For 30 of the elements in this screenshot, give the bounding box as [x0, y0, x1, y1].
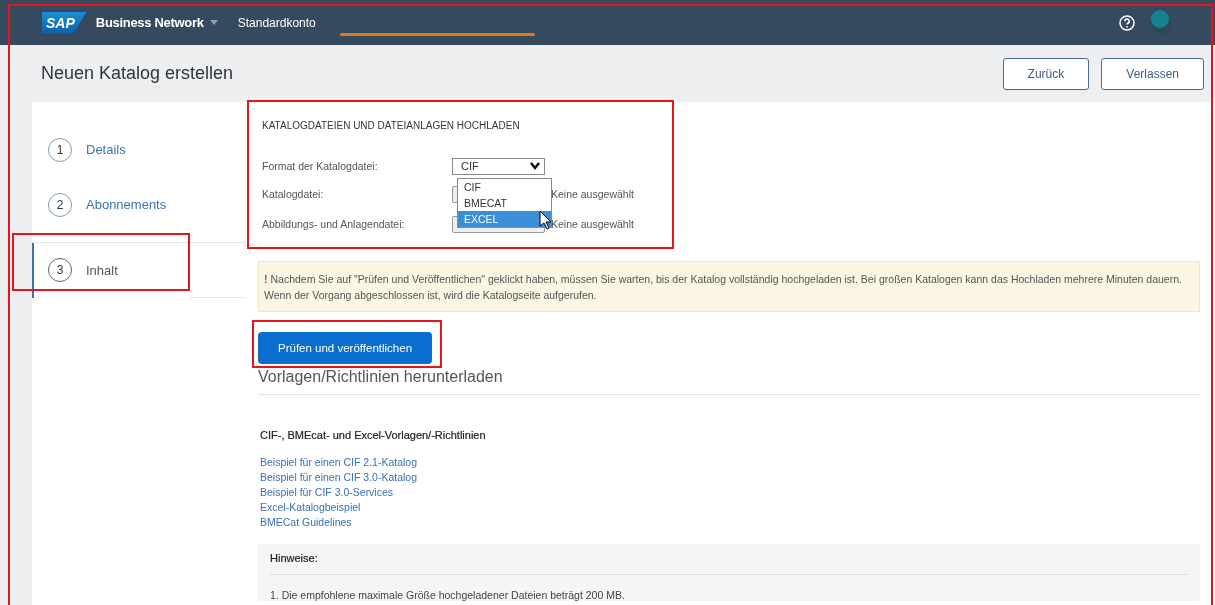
- subsection-heading: CIF-, BMEcat- und Excel-Vorlagen/-Richtlinien: [260, 429, 487, 441]
- caret-icon: [209, 20, 218, 25]
- field-label: Abbildungs- und Anlagendatei:: [262, 218, 406, 230]
- section-heading: Vorlagen/Richtlinien herunterladen: [258, 368, 1200, 395]
- notes-title: Hinweise:: [270, 552, 1188, 575]
- sap-logo: SAP: [42, 11, 87, 34]
- download-link[interactable]: BMECat Guidelines: [260, 515, 352, 530]
- field-label: Katalogdatei:: [262, 188, 325, 200]
- field-label: Format der Katalogdatei:: [262, 160, 379, 172]
- format-select[interactable]: CIF: [452, 157, 545, 175]
- dropdown-option[interactable]: BMECAT: [458, 195, 551, 211]
- download-link[interactable]: Beispiel für CIF 3.0-Services: [260, 485, 394, 500]
- account-name[interactable]: Standardkonto: [237, 15, 316, 30]
- step-item[interactable]: 3 Inhalt: [32, 242, 190, 298]
- file-status: Keine ausgewählt: [551, 188, 634, 200]
- note-text: 1. Die empfohlene maximale Größe hochgeladener Dateien beträgt 200 MB.: [270, 588, 626, 601]
- nav-button[interactable]: Verlassen: [1101, 57, 1204, 90]
- dropdown-option[interactable]: CIF: [458, 179, 551, 195]
- section-title: KATALOGDATEIEN UND DATEIANLAGEN HOCHLADEN: [262, 120, 521, 131]
- chevron-down-icon: [530, 162, 540, 170]
- info-message: ! Nachdem Sie auf "Prüfen und Veröffentlichen" geklickt haben, müssen Sie warten, bis der Katalog vollständig hochgeladen ist. Bei großen Katalogen kann das Hochladen mehrere Minuten dauern. Wenn der Vorgang abgeschlossen ist, wird die Katalogseite aufgerufen.: [258, 261, 1200, 312]
- download-link[interactable]: Beispiel für einen CIF 3.0-Katalog: [260, 470, 417, 485]
- publish-button[interactable]: Prüfen und veröffentlichen: [258, 332, 433, 364]
- file-status: Keine ausgewählt: [551, 218, 634, 230]
- page-title: Neuen Katalog erstellen: [41, 63, 234, 84]
- help-icon[interactable]: [1119, 14, 1135, 31]
- nav-button[interactable]: Zurück: [1002, 57, 1090, 90]
- download-link[interactable]: Beispiel für einen CIF 2.1-Katalog: [260, 455, 417, 470]
- download-link[interactable]: Excel-Katalogbeispiel: [260, 500, 361, 515]
- product-name[interactable]: Business Network: [95, 15, 204, 30]
